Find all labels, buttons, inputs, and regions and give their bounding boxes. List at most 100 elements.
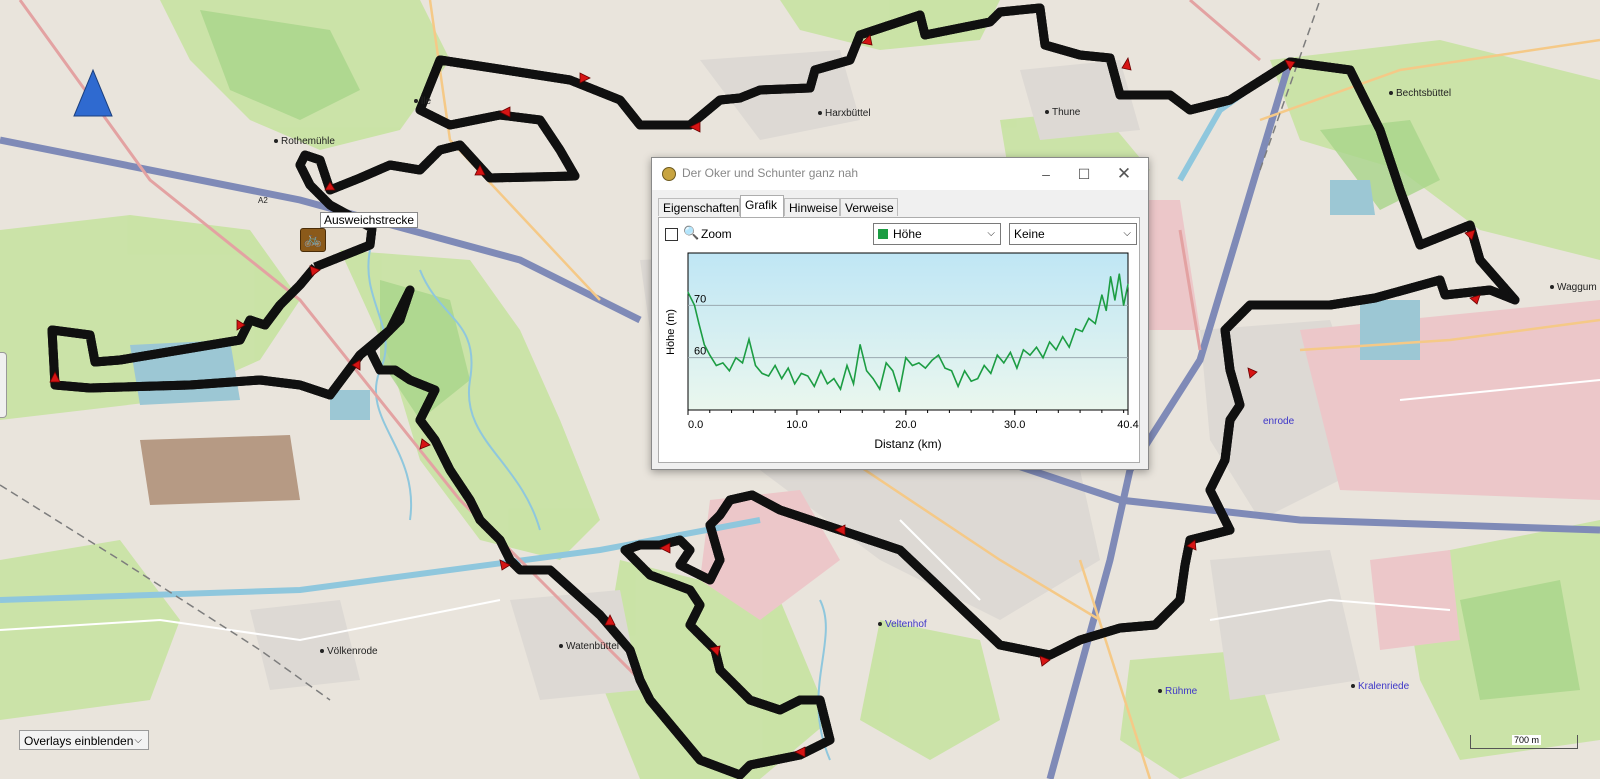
elevation-point (1114, 299, 1116, 301)
elevation-point (924, 367, 927, 369)
zoom-checkbox[interactable] (665, 228, 678, 241)
elevation-point (761, 372, 763, 374)
elevation-point (944, 367, 946, 369)
tab-hinweise[interactable]: Hinweise (784, 198, 840, 216)
scale-bar: 700 m (1470, 735, 1578, 749)
tab-verweise[interactable]: Verweise (840, 198, 898, 216)
place-harxbuettel: Harxbüttel (818, 108, 871, 119)
place-enrode: enrode (1263, 416, 1295, 427)
chevron-down-icon: ⌵ (134, 735, 142, 746)
place-waggum: Waggum (1550, 282, 1597, 293)
elevation-point (1088, 317, 1090, 320)
elevation-point (1105, 309, 1107, 312)
waypoint-callout[interactable]: Ausweichstrecke (320, 212, 419, 228)
elevation-point (722, 362, 724, 364)
dialog-title: Der Oker und Schunter ganz nah (682, 166, 859, 180)
x-tick-label: 30.0 (1004, 419, 1025, 431)
elevation-chart[interactable]: 60 70 0.0 10.0 20.0 30.0 40.4 Distanz (km) Höh… (659, 248, 1139, 462)
side-panel-handle[interactable] (0, 352, 7, 418)
x-tick-label: 0.0 (688, 419, 703, 431)
metric-color-swatch (878, 229, 888, 239)
chevron-down-icon: ⌵ (987, 228, 995, 239)
place-bechtsbuettel: Bechtsbüttel (1389, 88, 1451, 99)
overlays-select[interactable]: Overlays einblenden ⌵ (19, 730, 149, 750)
place-watenbuettel: Watenbüttel (559, 641, 619, 652)
bicycle-icon[interactable]: 🚲 (300, 228, 326, 252)
plot-area (687, 252, 1129, 411)
elevation-point (820, 370, 822, 372)
elevation-point (813, 385, 815, 388)
x-axis-label: Distanz (km) (874, 437, 941, 451)
grafik-panel: 🔍 Zoom Höhe ⌵ Keine ⌵ 60 70 0.0 10.0 20.0 30.… (658, 217, 1140, 463)
tab-eigenschaften[interactable]: Eigenschaften (658, 198, 740, 216)
elevation-point (754, 364, 757, 367)
secondary-select[interactable]: Keine ⌵ (1009, 223, 1137, 245)
elevation-point (1003, 362, 1005, 364)
place-lle: lle (414, 96, 431, 107)
elevation-point (787, 367, 789, 369)
elevation-point (687, 291, 689, 293)
y-tick-label: 60 (694, 346, 706, 358)
elevation-point (918, 362, 920, 364)
elevation-point (852, 383, 855, 385)
elevation-point (1029, 354, 1031, 356)
place-rothemuehle: Rothemühle (274, 136, 335, 147)
place-veltenhof: Veltenhof (878, 619, 927, 630)
elevation-point (1009, 351, 1011, 354)
elevation-point (794, 383, 796, 385)
elevation-point (735, 357, 737, 359)
elevation-point (807, 375, 809, 377)
elevation-point (1062, 336, 1064, 338)
place-kralenriede: Kralenriede (1351, 681, 1409, 692)
elevation-point (846, 364, 848, 367)
elevation-point (709, 354, 711, 356)
elevation-point (937, 354, 940, 356)
elevation-point (1094, 323, 1096, 325)
elevation-point (977, 378, 979, 380)
elevation-point (833, 378, 835, 380)
elevation-point (996, 354, 998, 356)
elevation-point (1022, 349, 1025, 351)
elevation-point (1035, 346, 1038, 348)
elevation-point (872, 378, 874, 380)
road-label-a2: A2 (258, 196, 268, 205)
elevation-point (931, 359, 933, 361)
elevation-point (964, 370, 966, 372)
overlays-select-label: Overlays einblenden (24, 734, 134, 748)
elevation-point (983, 364, 985, 367)
metric-select[interactable]: Höhe ⌵ (873, 223, 1001, 245)
elevation-point (990, 372, 992, 374)
close-button[interactable]: ✕ (1106, 162, 1142, 186)
x-tick-label: 20.0 (895, 419, 916, 431)
elevation-point (1068, 346, 1070, 348)
elevation-point (800, 372, 802, 374)
elevation-point (1118, 273, 1120, 275)
x-tick-label: 10.0 (786, 419, 807, 431)
place-ruehme: Rühme (1158, 686, 1197, 697)
chevron-down-icon: ⌵ (1123, 228, 1131, 239)
elevation-point (767, 375, 770, 377)
elevation-point (866, 370, 868, 372)
elevation-point (950, 370, 953, 372)
elevation-point (898, 391, 900, 393)
elevation-point (781, 378, 783, 380)
elevation-point (970, 380, 972, 382)
dialog-titlebar[interactable]: Der Oker und Schunter ganz nah – ☐ ✕ (652, 158, 1148, 190)
elevation-point (698, 323, 700, 325)
tab-grafik[interactable]: Grafik (740, 195, 784, 218)
minimize-button[interactable]: – (1028, 162, 1064, 186)
elevation-point (741, 362, 744, 364)
elevation-point (859, 343, 861, 346)
elevation-point (905, 357, 907, 359)
elevation-point (826, 383, 829, 385)
elevation-point (885, 362, 887, 364)
app-icon (662, 167, 676, 181)
elevation-point (774, 364, 776, 367)
elevation-point (911, 364, 913, 367)
secondary-select-value: Keine (1014, 227, 1045, 241)
elevation-point (1042, 357, 1044, 359)
y-axis-label: Höhe (m) (665, 309, 677, 355)
maximize-button[interactable]: ☐ (1066, 162, 1102, 186)
elevation-point (1016, 367, 1018, 369)
elevation-point (957, 385, 959, 388)
